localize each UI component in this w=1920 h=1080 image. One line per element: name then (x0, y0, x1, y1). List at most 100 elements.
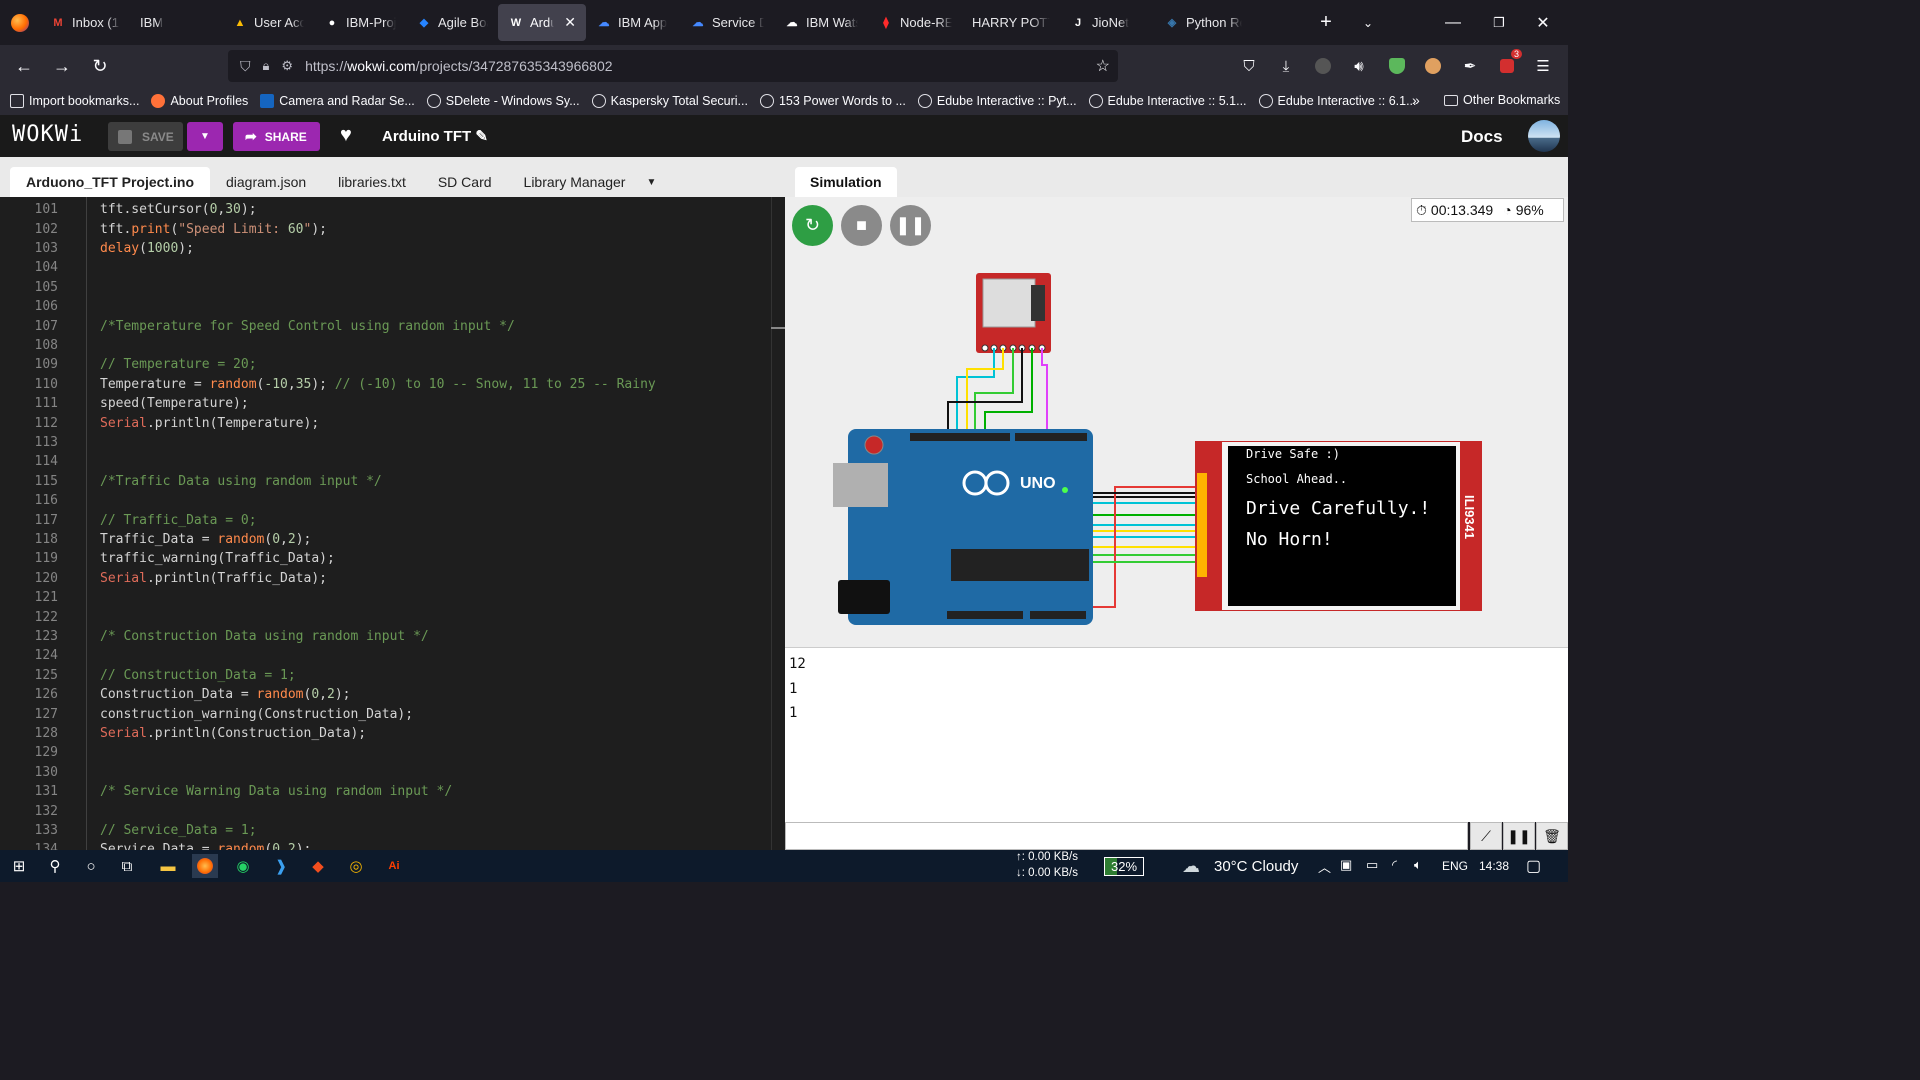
battery-tray-icon[interactable]: ▭ (1366, 857, 1378, 873)
code-line[interactable]: 103 delay(1000); (0, 239, 785, 258)
like-heart-icon[interactable]: ♥ (340, 124, 352, 147)
pocket-icon[interactable]: ⛉ (1238, 55, 1260, 77)
code-line[interactable]: 117 // Traffic_Data = 0; (0, 510, 785, 529)
new-tab-button[interactable]: + (1310, 0, 1342, 45)
code-line[interactable]: 119 traffic_warning(Traffic_Data); (0, 549, 785, 568)
code-line[interactable]: 127 construction_warning(Construction_Dat… (0, 704, 785, 723)
task-view-icon[interactable]: ⧉ (114, 854, 140, 878)
lock-icon[interactable]: 🔒︎ (263, 58, 270, 74)
save-button[interactable]: SAVE (108, 122, 183, 151)
vscode-icon[interactable]: ❱ (268, 854, 294, 878)
tab-ino-file[interactable]: Arduono_TFT Project.ino (10, 167, 210, 197)
code-line[interactable]: 107 /*Temperature for Speed Control using… (0, 316, 785, 335)
simulation-canvas[interactable]: ↻ ■ ❚❚ ⏱ 00:13.349 ◔ 96% UNO Drive Safe … (785, 197, 1568, 647)
serial-input[interactable] (785, 822, 1468, 850)
ili9341-tft-display[interactable]: Drive Safe :) School Ahead.. Drive Caref… (1195, 441, 1482, 611)
speaker-icon[interactable]: 🔈︎ (1414, 857, 1422, 873)
language-indicator[interactable]: ENG (1442, 859, 1468, 873)
code-line[interactable]: 101 tft.setCursor(0,30); (0, 200, 785, 219)
wokwi-logo[interactable]: WOKWi (12, 122, 83, 147)
docs-link[interactable]: Docs (1461, 127, 1503, 147)
plotter-chart-icon[interactable]: ⟋ (1470, 822, 1502, 850)
code-line[interactable]: 113 (0, 433, 785, 452)
browser-tab[interactable]: HARRY POTTE (962, 4, 1060, 41)
adguard-icon[interactable] (1386, 55, 1408, 77)
code-line[interactable]: 111 speed(Temperature); (0, 394, 785, 413)
code-line[interactable]: 105 (0, 278, 785, 297)
restore-button[interactable]: ❐ (1476, 0, 1522, 45)
code-line[interactable]: 124 (0, 646, 785, 665)
bookmark-item[interactable]: Camera and Radar Se... (260, 94, 415, 108)
code-line[interactable]: 108 (0, 336, 785, 355)
code-line[interactable]: 112 Serial.println(Temperature); (0, 413, 785, 432)
save-dropdown-button[interactable]: ▼ (187, 122, 223, 151)
notifications-icon[interactable]: ▢ (1526, 856, 1541, 876)
serial-clear-trash-icon[interactable]: 🗑︎ (1536, 822, 1568, 850)
bookmark-item[interactable]: SDelete - Windows Sy... (426, 94, 580, 108)
minimize-button[interactable]: — (1430, 0, 1476, 45)
other-bookmarks[interactable]: Other Bookmarks (1444, 93, 1560, 107)
volume-icon[interactable]: 🔊︎ (1348, 55, 1370, 77)
code-line[interactable]: 130 (0, 763, 785, 782)
battery-indicator[interactable]: 32% (1104, 857, 1145, 876)
extension-icon[interactable] (1312, 55, 1334, 77)
firefox-icon[interactable] (0, 0, 40, 45)
forward-button[interactable]: → (44, 50, 80, 82)
close-window-button[interactable]: ✕ (1520, 0, 1566, 45)
edit-pencil-icon[interactable]: ✎ (475, 128, 488, 145)
share-button[interactable]: ➦ SHARE (233, 122, 320, 151)
code-line[interactable]: 132 (0, 801, 785, 820)
cloud-weather-icon[interactable]: ☁ (1182, 856, 1200, 877)
code-line[interactable]: 104 (0, 258, 785, 277)
tab-sd-card[interactable]: SD Card (422, 167, 508, 197)
code-editor[interactable]: 101 tft.setCursor(0,30); 102 tft.print("Spe… (0, 197, 785, 850)
reload-button[interactable]: ↻ (82, 50, 118, 82)
project-name[interactable]: Arduino TFT ✎ (382, 127, 488, 145)
browser-tab[interactable]: W Arduino ✕ (498, 4, 586, 41)
code-line[interactable]: 126 Construction_Data = random(0,2); (0, 685, 785, 704)
tab-diagram-json[interactable]: diagram.json (210, 167, 322, 197)
shield-icon[interactable]: ⛉ (240, 58, 251, 75)
tab-library-manager[interactable]: Library Manager (508, 167, 642, 197)
browser-tab[interactable]: ☁ Service D (680, 4, 774, 41)
wifi-icon[interactable]: ◜ (1392, 857, 1397, 873)
figma-icon[interactable]: ◆ (305, 854, 331, 878)
browser-tab[interactable]: IBM (130, 4, 222, 41)
serial-pause-icon[interactable]: ❚❚ (1503, 822, 1535, 850)
bookmark-item[interactable]: Import bookmarks... (10, 94, 139, 108)
arduino-uno-board[interactable]: UNO (833, 429, 1093, 625)
code-line[interactable]: 114 (0, 452, 785, 471)
code-line[interactable]: 115 /*Traffic Data using random input */ (0, 472, 785, 491)
bookmark-item[interactable]: 153 Power Words to ... (759, 94, 906, 108)
browser-tab[interactable]: ☁ IBM Wats (774, 4, 868, 41)
bookmark-item[interactable]: Edube Interactive :: 6.1... (1258, 94, 1417, 108)
sd-card-module[interactable] (976, 273, 1051, 353)
bookmark-item[interactable]: About Profiles (151, 94, 248, 108)
code-line[interactable]: 102 tft.print("Speed Limit: 60"); (0, 219, 785, 238)
weather-text[interactable]: 30°C Cloudy (1214, 858, 1298, 875)
clock[interactable]: 14:38 (1479, 859, 1509, 873)
extension-badge-icon[interactable]: 3 (1496, 49, 1522, 77)
back-button[interactable]: ← (6, 50, 42, 82)
code-line[interactable]: 134 Service_Data = random(0,2); (0, 840, 785, 850)
more-bookmarks-icon[interactable]: » (1412, 92, 1420, 108)
code-line[interactable]: 125 // Construction_Data = 1; (0, 666, 785, 685)
cortana-icon[interactable]: ○ (78, 854, 104, 878)
list-tabs-button[interactable]: ⌄ (1352, 0, 1384, 45)
close-tab-icon[interactable]: ✕ (564, 14, 576, 31)
code-line[interactable]: 118 Traffic_Data = random(0,2); (0, 530, 785, 549)
meet-now-icon[interactable]: ▣ (1340, 857, 1352, 873)
chrome-icon[interactable]: ◎ (343, 854, 369, 878)
windows-start-icon[interactable]: ⊞ (6, 854, 32, 878)
file-explorer-icon[interactable]: ▬ (155, 854, 181, 878)
code-line[interactable]: 121 (0, 588, 785, 607)
code-line[interactable]: 116 (0, 491, 785, 510)
firefox-taskbar-icon[interactable] (192, 854, 218, 878)
browser-tab[interactable]: ☁ IBM App (586, 4, 680, 41)
illustrator-icon[interactable]: Ai (381, 854, 407, 878)
url-text[interactable]: https://wokwi.com/projects/3472876353439… (305, 58, 612, 74)
tab-libraries-txt[interactable]: libraries.txt (322, 167, 422, 197)
browser-tab[interactable]: ● IBM-Proje (314, 4, 406, 41)
browser-tab[interactable]: ▲ User Acce (222, 4, 314, 41)
code-line[interactable]: 133 // Service_Data = 1; (0, 821, 785, 840)
